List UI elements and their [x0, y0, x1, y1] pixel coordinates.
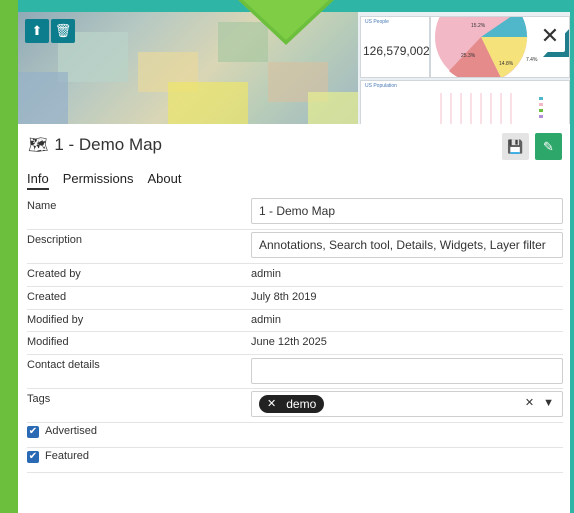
pie-label: 25.3% [461, 53, 476, 59]
created-by-value: admin [251, 268, 281, 280]
save-icon: 💾 [507, 139, 524, 154]
description-input[interactable]: Annotations, Search tool, Details, Widge… [251, 232, 563, 258]
tags-label: Tags [27, 393, 51, 405]
edit-icon: ✎ [543, 139, 554, 154]
tag-controls: ✕ ▼ [525, 396, 554, 409]
upload-thumbnail-button[interactable]: ⬆ [25, 19, 49, 43]
modified-row: Modified June 12th 2025 [27, 332, 563, 355]
featured-label: Featured [45, 450, 90, 462]
tag-chip: ✕ demo [259, 395, 325, 413]
frame-right [570, 0, 574, 513]
pie-label: 14.8% [499, 61, 514, 67]
population-counter-widget: US People 126,579,002 [360, 16, 430, 78]
description-label: Description [27, 234, 83, 246]
modified-value: June 12th 2025 [251, 336, 327, 348]
population-chart-widget: US Population [360, 80, 570, 124]
contact-row: Contact details [27, 355, 563, 389]
description-row: Description Annotations, Search tool, De… [27, 230, 563, 264]
pie-label: 15.2% [471, 23, 486, 29]
remove-tag-icon[interactable]: ✕ [267, 395, 276, 413]
title-row: 🗺 1 - Demo Map [28, 135, 162, 155]
bar-chart-preview [440, 93, 543, 124]
page-title: 1 - Demo Map [54, 135, 163, 154]
upload-icon: ⬆ [31, 23, 43, 38]
created-by-label: Created by [27, 268, 81, 280]
name-input[interactable]: 1 - Demo Map [251, 198, 563, 224]
advertised-row: ✔ Advertised [27, 423, 563, 448]
frame-left [0, 0, 18, 513]
widget-value: 126,579,002 [363, 44, 430, 58]
modified-by-row: Modified by admin [27, 310, 563, 332]
name-label: Name [27, 200, 57, 212]
details-panel: 🗺 1 - Demo Map 💾 ✎ Info Permissions Abou… [18, 124, 570, 513]
modified-label: Modified [27, 336, 69, 348]
close-button[interactable]: ✕ [535, 22, 565, 52]
featured-checkbox[interactable]: ✔ [27, 451, 39, 463]
featured-row: ✔ Featured [27, 448, 563, 473]
tab-info[interactable]: Info [27, 171, 49, 190]
tags-row: Tags ✕ demo ✕ ▼ [27, 389, 563, 423]
tab-bar: Info Permissions About [27, 171, 195, 190]
close-icon: ✕ [540, 23, 560, 48]
created-label: Created [27, 291, 67, 303]
tag-label: demo [286, 397, 317, 411]
advertised-checkbox[interactable]: ✔ [27, 426, 39, 438]
edit-button[interactable]: ✎ [535, 133, 562, 160]
clear-icon[interactable]: ✕ [525, 397, 534, 409]
modified-by-value: admin [251, 314, 281, 326]
name-row: Name 1 - Demo Map [27, 196, 563, 230]
map-icon: 🗺 [28, 137, 49, 154]
pie-label: 7.4% [526, 57, 538, 63]
save-button[interactable]: 💾 [502, 133, 529, 160]
delete-thumbnail-button[interactable]: 🗑 [51, 19, 75, 43]
tags-select[interactable]: ✕ demo ✕ ▼ [251, 391, 563, 417]
advertised-label: Advertised [45, 425, 97, 437]
modified-by-label: Modified by [27, 314, 84, 326]
caret-down-icon[interactable]: ▼ [543, 397, 554, 409]
created-value: July 8th 2019 [251, 291, 317, 303]
widget-title: US People [365, 19, 389, 25]
trash-icon: 🗑 [54, 23, 72, 38]
tab-about[interactable]: About [147, 171, 181, 190]
contact-input[interactable] [251, 358, 563, 384]
pointer-arrow-inner [243, 0, 329, 40]
created-by-row: Created by admin [27, 264, 563, 287]
tab-permissions[interactable]: Permissions [63, 171, 134, 190]
created-row: Created July 8th 2019 [27, 287, 563, 310]
contact-label: Contact details [27, 359, 100, 371]
